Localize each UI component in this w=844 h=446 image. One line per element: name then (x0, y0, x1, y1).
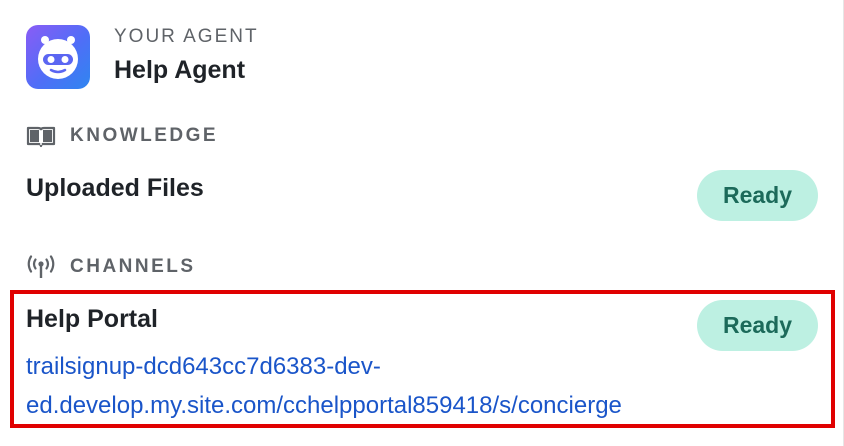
book-icon (26, 124, 56, 148)
help-portal-link-line2: ed.develop.my.site.com/cchelpportal85941… (26, 392, 622, 419)
agent-name: Help Agent (114, 56, 246, 84)
knowledge-section-header: KNOWLEDGE (26, 124, 218, 148)
help-portal-link[interactable]: trailsignup-dcd643cc7d6383-dev- ed.devel… (26, 347, 686, 425)
knowledge-heading: KNOWLEDGE (70, 125, 219, 146)
agent-summary-card: YOUR AGENT Help Agent KNOWLEDGE Uploaded… (0, 0, 844, 446)
knowledge-item-title: Uploaded Files (26, 174, 204, 202)
help-portal-link-line1: trailsignup-dcd643cc7d6383-dev- (26, 353, 381, 380)
broadcast-antenna-icon (26, 255, 56, 279)
agent-eyebrow: YOUR AGENT (114, 26, 259, 47)
channel-status-badge: Ready (697, 300, 818, 351)
knowledge-status-badge: Ready (697, 170, 818, 221)
agent-avatar (26, 25, 90, 89)
channels-heading: CHANNELS (70, 256, 196, 277)
robot-face-icon (38, 36, 78, 79)
channels-section-header: CHANNELS (26, 255, 196, 279)
channel-item-title: Help Portal (26, 305, 158, 333)
